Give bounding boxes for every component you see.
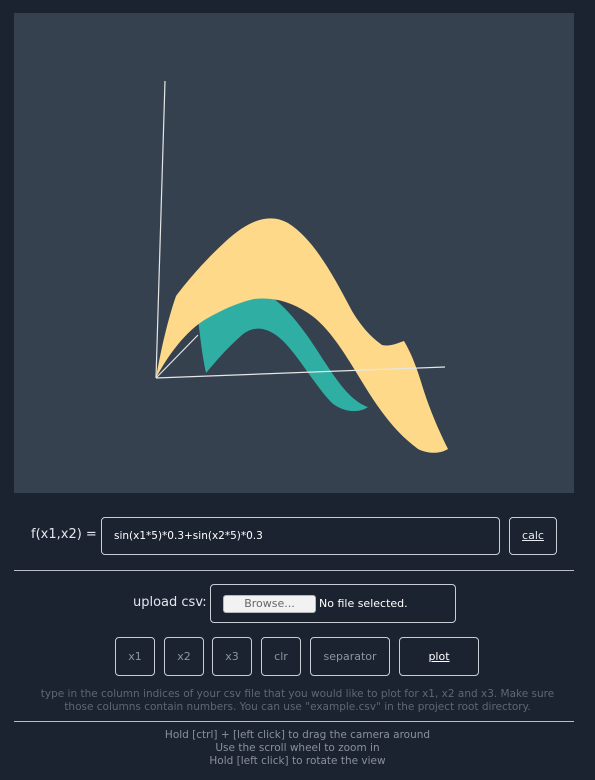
csv-help-line: those columns contain numbers. You can u… [64, 701, 531, 713]
hint-zoom: Use the scroll wheel to zoom in [215, 742, 380, 754]
csv-help-text: type in the column indices of your csv f… [0, 688, 595, 714]
browse-button[interactable]: Browse... [223, 595, 316, 613]
x1-column-button[interactable]: x1 [115, 637, 155, 676]
plot-viewport[interactable] [14, 13, 574, 493]
file-status: No file selected. [319, 597, 408, 610]
controls-hints: Hold [ctrl] + [left click] to drag the c… [0, 729, 595, 768]
plot-button[interactable]: plot [399, 637, 479, 676]
separator-button[interactable]: separator [310, 637, 390, 676]
calc-button[interactable]: calc [509, 517, 557, 555]
clr-column-button[interactable]: clr [261, 637, 301, 676]
x3-column-button[interactable]: x3 [212, 637, 252, 676]
formula-row: f(x1,x2) = calc [0, 517, 595, 555]
hint-rotate: Hold [left click] to rotate the view [209, 755, 386, 767]
formula-input[interactable] [101, 517, 500, 555]
file-input[interactable]: Browse... No file selected. [210, 584, 456, 623]
x2-column-button[interactable]: x2 [164, 637, 204, 676]
divider [14, 570, 574, 571]
csv-help-line: type in the column indices of your csv f… [40, 688, 555, 700]
axis-vertical [155, 80, 166, 379]
upload-csv-label: upload csv: [133, 595, 207, 610]
hint-drag: Hold [ctrl] + [left click] to drag the c… [164, 729, 431, 741]
app-root: f(x1,x2) = calc upload csv: Browse... No… [0, 0, 595, 780]
plot-canvas[interactable] [14, 13, 574, 493]
formula-label: f(x1,x2) = [31, 527, 97, 542]
divider [14, 721, 574, 722]
